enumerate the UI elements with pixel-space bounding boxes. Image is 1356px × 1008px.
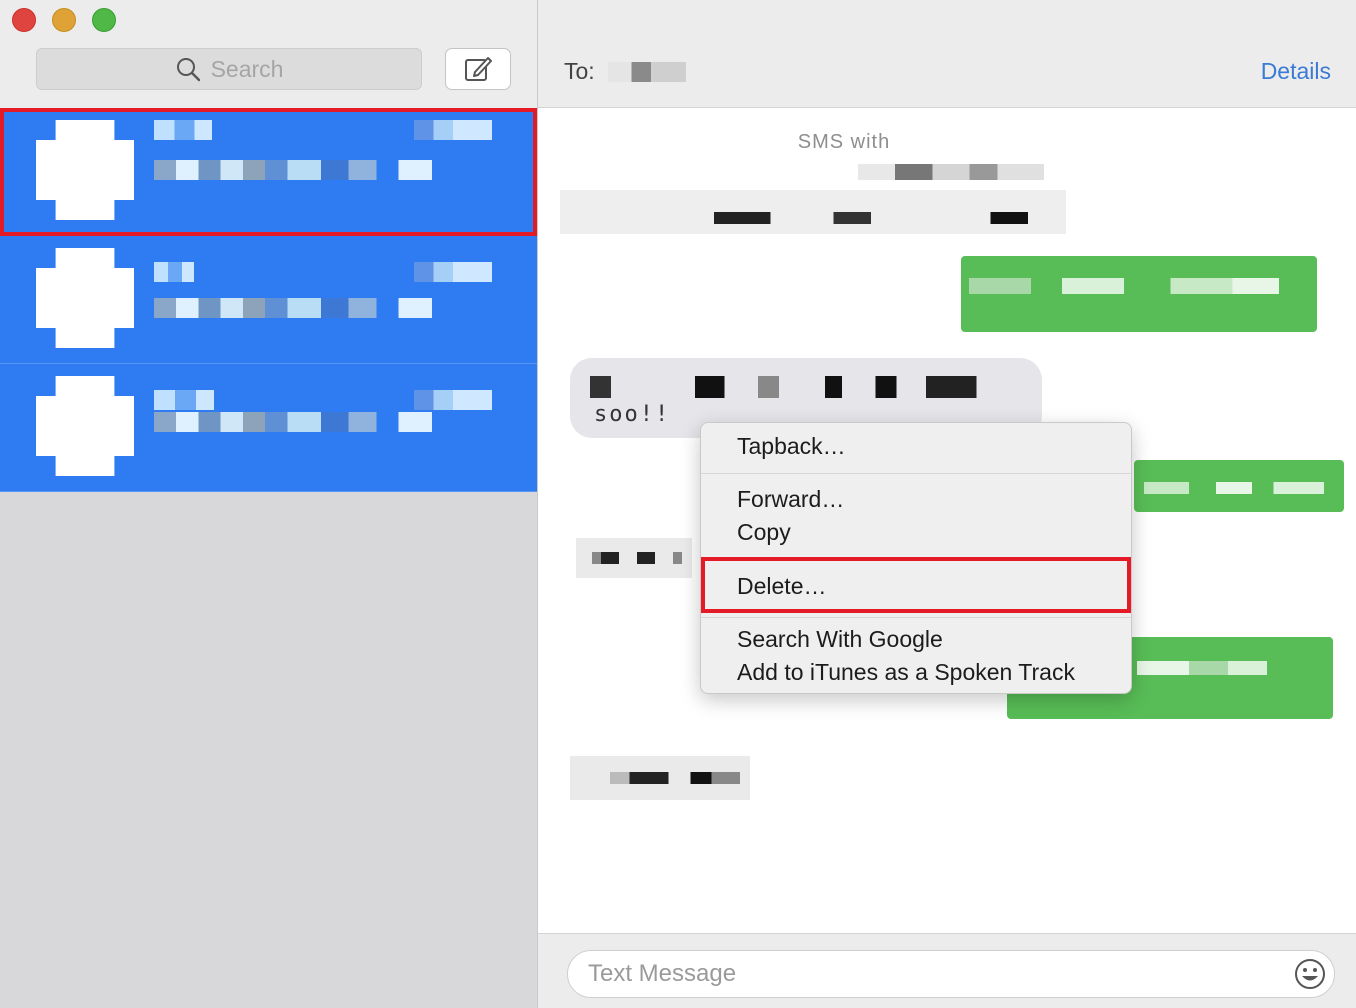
menu-item-delete[interactable]: Delete…	[737, 573, 826, 600]
compose-button[interactable]	[445, 48, 511, 90]
conversation-header: To: Details	[538, 0, 1356, 108]
conversation-row[interactable]	[0, 236, 537, 364]
received-message-fragment: soo!!	[594, 402, 671, 427]
message-text-redacted	[590, 376, 1010, 398]
menu-item-forward[interactable]: Forward…	[737, 486, 844, 513]
menu-item-add-to-itunes[interactable]: Add to iTunes as a Spoken Track	[737, 659, 1075, 686]
timestamp-text-redacted	[714, 212, 1028, 224]
sidebar: Search	[0, 0, 538, 1008]
message-text-redacted	[1137, 661, 1267, 675]
message-preview-redacted	[154, 412, 432, 432]
contact-name-redacted	[154, 120, 212, 140]
recipient-redacted	[608, 62, 686, 82]
menu-separator	[701, 617, 1131, 618]
avatar	[36, 120, 134, 220]
search-icon	[176, 58, 200, 82]
message-context-menu: Tapback… Forward… Copy Delete… Search Wi…	[700, 422, 1132, 694]
close-window-button[interactable]	[12, 8, 36, 32]
contact-name-redacted	[154, 390, 214, 410]
conversation-row[interactable]	[0, 364, 537, 492]
timestamp-redacted	[414, 120, 492, 140]
sent-message-bubble[interactable]	[961, 256, 1317, 332]
composer-bar	[538, 933, 1356, 1008]
maximize-window-button[interactable]	[92, 8, 116, 32]
avatar	[36, 376, 134, 476]
search-placeholder: Search	[210, 55, 284, 82]
menu-separator	[701, 473, 1131, 474]
message-input[interactable]	[567, 950, 1335, 998]
message-text-redacted	[592, 552, 682, 564]
sent-message-bubble[interactable]	[1134, 460, 1344, 512]
compose-icon	[465, 57, 492, 81]
search-field[interactable]: Search	[36, 48, 422, 90]
message-preview-redacted	[154, 298, 432, 318]
conversation-row[interactable]	[0, 108, 537, 236]
to-label: To:	[564, 58, 595, 84]
received-message-bubble[interactable]	[576, 538, 692, 578]
sidebar-toolbar: Search	[0, 0, 537, 108]
avatar	[36, 248, 134, 348]
sms-with-label: SMS with	[797, 131, 891, 153]
timestamp-redacted	[414, 262, 492, 282]
menu-item-copy[interactable]: Copy	[737, 519, 791, 546]
message-preview-redacted	[154, 160, 432, 180]
contact-name-redacted	[154, 262, 194, 282]
minimize-window-button[interactable]	[52, 8, 76, 32]
message-text-redacted	[1144, 482, 1324, 494]
conversation-list	[0, 108, 537, 492]
received-message-bubble[interactable]	[570, 756, 750, 800]
menu-item-tapback[interactable]: Tapback…	[737, 433, 846, 460]
details-button[interactable]: Details	[1261, 58, 1331, 85]
message-text-redacted	[610, 772, 740, 784]
timestamp-redacted	[414, 390, 492, 410]
message-text-redacted	[969, 278, 1279, 294]
sms-contact-redacted	[858, 164, 1044, 180]
menu-item-search-google[interactable]: Search With Google	[737, 626, 943, 653]
emoji-icon[interactable]	[1294, 958, 1326, 990]
